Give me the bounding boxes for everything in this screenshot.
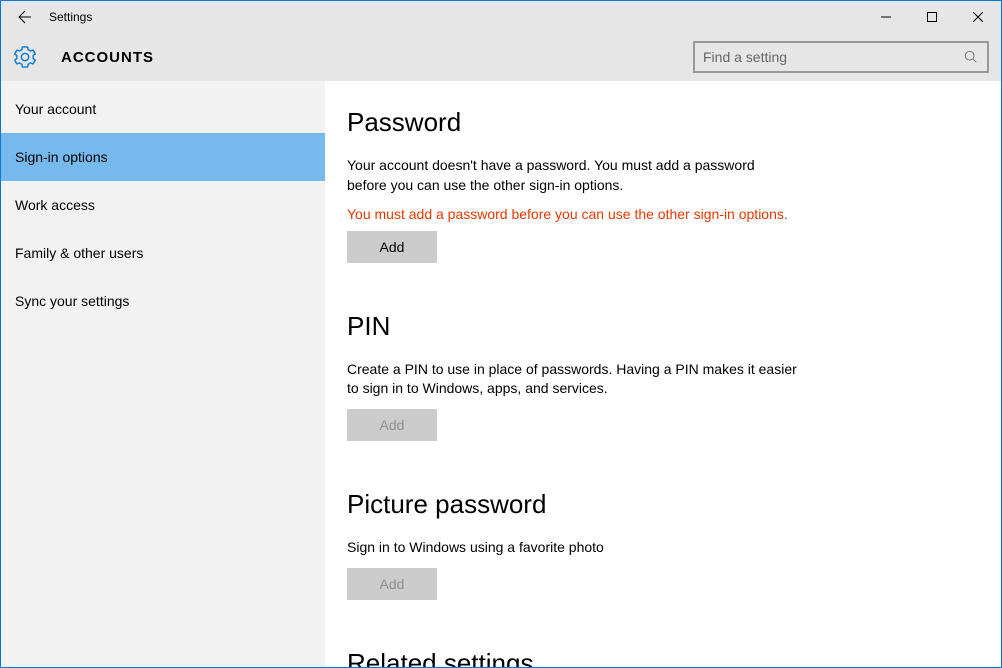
add-password-button[interactable]: Add: [347, 231, 437, 263]
minimize-icon: [881, 12, 891, 22]
close-button[interactable]: [955, 1, 1001, 33]
window-title: Settings: [49, 10, 92, 24]
sidebar-item-sync-settings[interactable]: Sync your settings: [1, 277, 325, 325]
maximize-button[interactable]: [909, 1, 955, 33]
section-password: Password Your account doesn't have a pas…: [347, 107, 961, 263]
main-area: Your account Sign-in options Work access…: [1, 81, 1001, 667]
section-text-pin: Create a PIN to use in place of password…: [347, 360, 797, 399]
window-controls: [863, 1, 1001, 33]
section-title-password: Password: [347, 107, 961, 138]
minimize-button[interactable]: [863, 1, 909, 33]
maximize-icon: [927, 12, 937, 22]
back-arrow-icon: [17, 9, 33, 25]
section-text-picture-password: Sign in to Windows using a favorite phot…: [347, 538, 797, 558]
sidebar-item-sign-in-options[interactable]: Sign-in options: [1, 133, 325, 181]
content-area: Password Your account doesn't have a pas…: [325, 81, 1001, 667]
add-picture-password-button: Add: [347, 568, 437, 600]
section-text-password: Your account doesn't have a password. Yo…: [347, 156, 797, 195]
related-settings-title: Related settings: [347, 648, 961, 667]
header: ACCOUNTS: [1, 33, 1001, 81]
settings-gear-icon: [13, 45, 37, 69]
section-picture-password: Picture password Sign in to Windows usin…: [347, 489, 961, 600]
close-icon: [973, 12, 983, 22]
page-title: ACCOUNTS: [61, 49, 154, 66]
sidebar-item-work-access[interactable]: Work access: [1, 181, 325, 229]
add-pin-button: Add: [347, 409, 437, 441]
titlebar: Settings: [1, 1, 1001, 33]
section-pin: PIN Create a PIN to use in place of pass…: [347, 311, 961, 441]
search-icon: [963, 49, 979, 65]
back-button[interactable]: [9, 1, 41, 33]
section-title-pin: PIN: [347, 311, 961, 342]
sidebar-item-family-other-users[interactable]: Family & other users: [1, 229, 325, 277]
sidebar-item-your-account[interactable]: Your account: [1, 85, 325, 133]
search-input[interactable]: [703, 49, 963, 65]
section-warning-password: You must add a password before you can u…: [347, 205, 797, 225]
sidebar: Your account Sign-in options Work access…: [1, 81, 325, 667]
search-box[interactable]: [693, 41, 989, 73]
section-title-picture-password: Picture password: [347, 489, 961, 520]
